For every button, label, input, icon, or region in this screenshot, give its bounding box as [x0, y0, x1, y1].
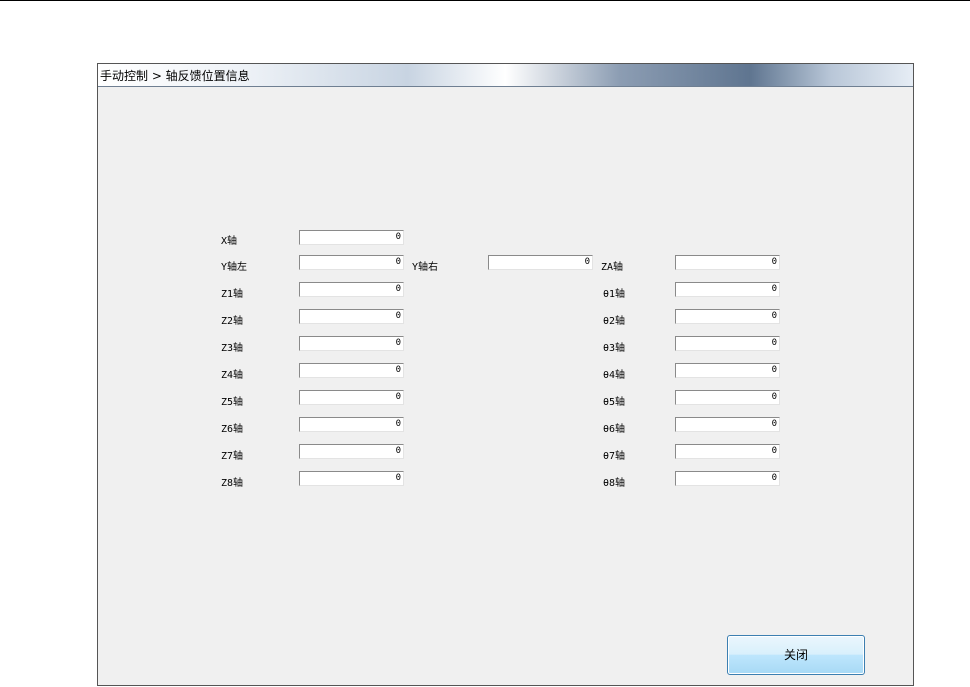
theta3-axis-value[interactable]: 0: [675, 336, 780, 351]
label-theta6-axis: θ6轴: [603, 424, 626, 435]
y-left-axis-value[interactable]: 0: [299, 255, 404, 270]
label-z5-axis: Z5轴: [221, 397, 244, 408]
label-theta2-axis: θ2轴: [603, 316, 626, 327]
label-z6-axis: Z6轴: [221, 424, 244, 435]
axis-feedback-dialog: 手动控制 > 轴反馈位置信息 X轴 0 Y轴左 0 Y轴右 0 ZA轴 0 Z1…: [97, 63, 914, 686]
z7-axis-value[interactable]: 0: [299, 444, 404, 459]
z6-axis-value[interactable]: 0: [299, 417, 404, 432]
label-z4-axis: Z4轴: [221, 370, 244, 381]
title-bar: 手动控制 > 轴反馈位置信息: [98, 64, 913, 87]
label-z7-axis: Z7轴: [221, 451, 244, 462]
z5-axis-value[interactable]: 0: [299, 390, 404, 405]
y-right-axis-value[interactable]: 0: [488, 255, 593, 270]
top-divider-line: [0, 0, 970, 1]
label-theta7-axis: θ7轴: [603, 451, 626, 462]
z8-axis-value[interactable]: 0: [299, 471, 404, 486]
window-title: 手动控制 > 轴反馈位置信息: [100, 69, 250, 83]
theta2-axis-value[interactable]: 0: [675, 309, 780, 324]
z2-axis-value[interactable]: 0: [299, 309, 404, 324]
label-theta5-axis: θ5轴: [603, 397, 626, 408]
label-z1-axis: Z1轴: [221, 289, 244, 300]
theta7-axis-value[interactable]: 0: [675, 444, 780, 459]
label-theta1-axis: θ1轴: [603, 289, 626, 300]
z3-axis-value[interactable]: 0: [299, 336, 404, 351]
theta1-axis-value[interactable]: 0: [675, 282, 780, 297]
label-z8-axis: Z8轴: [221, 478, 244, 489]
label-y-right-axis: Y轴右: [412, 262, 439, 273]
label-y-left-axis: Y轴左: [221, 262, 248, 273]
close-button[interactable]: 关闭: [727, 635, 865, 675]
za-axis-value[interactable]: 0: [675, 255, 780, 270]
label-theta4-axis: θ4轴: [603, 370, 626, 381]
theta6-axis-value[interactable]: 0: [675, 417, 780, 432]
theta4-axis-value[interactable]: 0: [675, 363, 780, 378]
theta5-axis-value[interactable]: 0: [675, 390, 780, 405]
label-theta3-axis: θ3轴: [603, 343, 626, 354]
z4-axis-value[interactable]: 0: [299, 363, 404, 378]
label-theta8-axis: θ8轴: [603, 478, 626, 489]
label-z2-axis: Z2轴: [221, 316, 244, 327]
label-x-axis: X轴: [221, 236, 238, 247]
x-axis-value[interactable]: 0: [299, 230, 404, 245]
label-z3-axis: Z3轴: [221, 343, 244, 354]
theta8-axis-value[interactable]: 0: [675, 471, 780, 486]
label-za-axis: ZA轴: [601, 262, 624, 273]
z1-axis-value[interactable]: 0: [299, 282, 404, 297]
